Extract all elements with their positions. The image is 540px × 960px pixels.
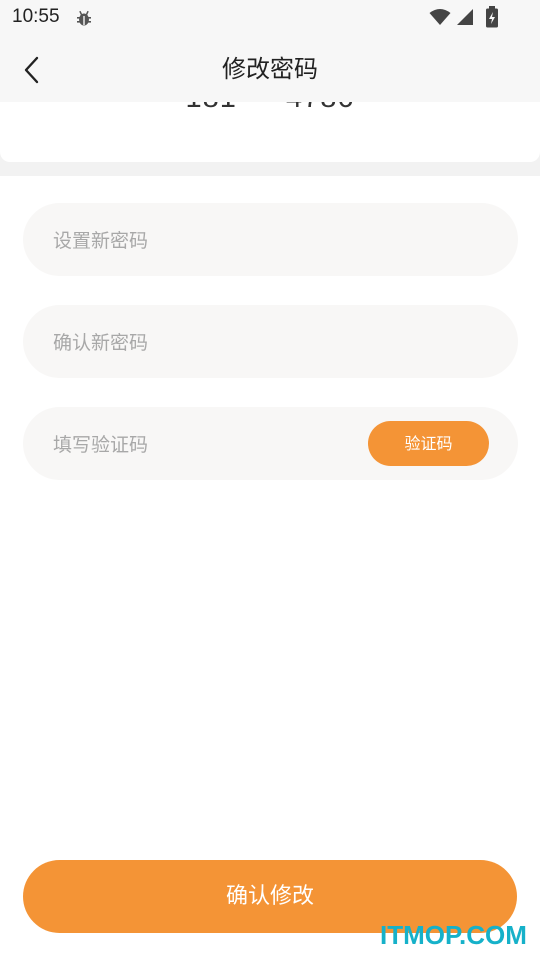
page-title: 修改密码 [222, 55, 318, 83]
bug-icon [77, 10, 91, 26]
status-bar: 10:55 [0, 0, 540, 36]
back-button[interactable] [14, 52, 50, 88]
new-password-field [23, 203, 518, 278]
verification-code-input[interactable] [51, 407, 375, 482]
watermark: ITMOP.COM [380, 920, 527, 950]
wifi-icon [429, 9, 451, 25]
new-password-input[interactable] [51, 203, 375, 278]
signal-icon [457, 9, 473, 25]
verification-code-field: 验证码 [23, 407, 518, 482]
get-code-button[interactable]: 验证码 [368, 421, 489, 466]
confirm-password-input[interactable] [51, 305, 375, 380]
status-time: 10:55 [12, 6, 60, 27]
battery-icon [486, 6, 498, 28]
app-header: 修改密码 [0, 36, 540, 102]
chevron-left-icon [24, 56, 39, 84]
confirm-password-field [23, 305, 518, 380]
